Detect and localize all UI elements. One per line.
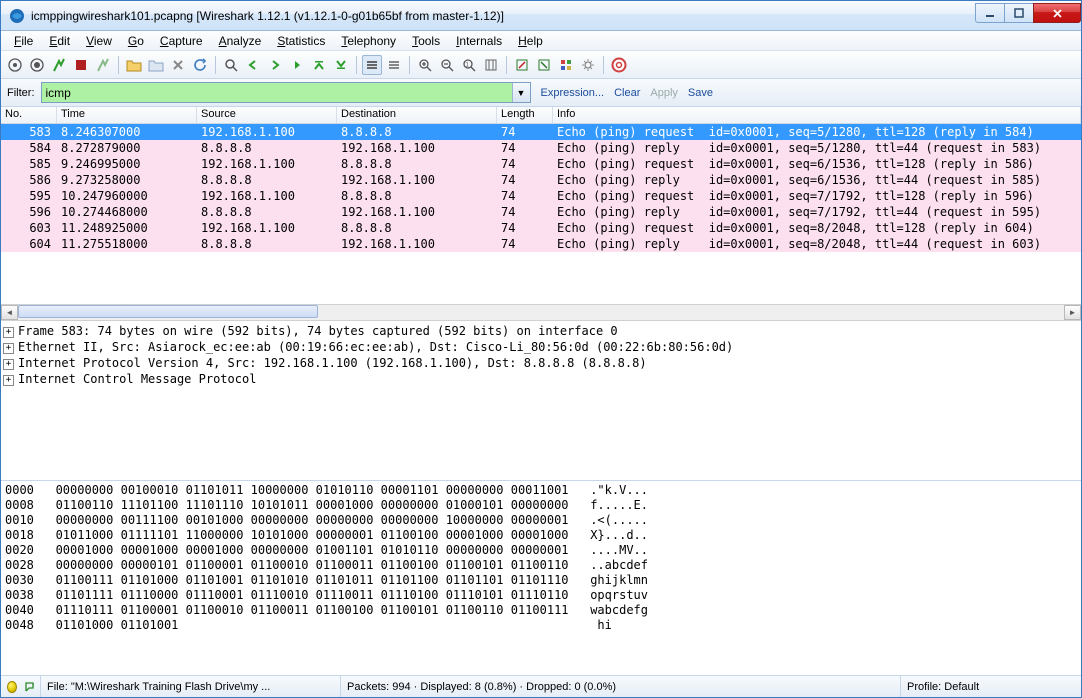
restart-capture-icon[interactable] [93, 55, 113, 75]
go-first-icon[interactable] [309, 55, 329, 75]
window-titlebar: icmppingwireshark101.pcapng [Wireshark 1… [1, 1, 1081, 31]
menu-file[interactable]: File [7, 32, 40, 50]
packet-details-pane[interactable]: +Frame 583: 74 bytes on wire (592 bits),… [1, 321, 1081, 481]
packet-row[interactable]: 59610.2744680008.8.8.8192.168.1.10074Ech… [1, 204, 1081, 220]
resize-columns-icon[interactable] [481, 55, 501, 75]
coloring-rules-icon[interactable] [556, 55, 576, 75]
column-header-no[interactable]: No. [1, 107, 57, 123]
column-header-length[interactable]: Length [497, 107, 553, 123]
start-capture-icon[interactable] [49, 55, 69, 75]
filter-label: Filter: [7, 87, 35, 99]
preferences-icon[interactable] [578, 55, 598, 75]
filter-expression-button[interactable]: Expression... [541, 87, 605, 99]
menu-tools[interactable]: Tools [405, 32, 447, 50]
toolbar-separator [603, 56, 604, 74]
filter-save-button[interactable]: Save [688, 87, 713, 99]
packet-row[interactable]: 5869.2732580008.8.8.8192.168.1.10074Echo… [1, 172, 1081, 188]
go-last-icon[interactable] [331, 55, 351, 75]
menu-analyze[interactable]: Analyze [212, 32, 269, 50]
toolbar-separator [356, 56, 357, 74]
expert-info-icon[interactable] [7, 681, 17, 693]
packet-row[interactable]: 60311.248925000192.168.1.1008.8.8.874Ech… [1, 220, 1081, 236]
packet-list[interactable]: 5838.246307000192.168.1.1008.8.8.874Echo… [1, 124, 1081, 304]
menu-go[interactable]: Go [121, 32, 151, 50]
expand-icon[interactable]: + [3, 327, 14, 338]
toolbar-separator [215, 56, 216, 74]
window-close-button[interactable] [1033, 3, 1081, 23]
packet-list-header[interactable]: No. Time Source Destination Length Info [1, 107, 1081, 124]
expand-icon[interactable]: + [3, 359, 14, 370]
go-forward-icon[interactable] [265, 55, 285, 75]
status-file: File: "M:\Wireshark Training Flash Drive… [41, 676, 341, 697]
menu-bar: FileEditViewGoCaptureAnalyzeStatisticsTe… [1, 31, 1081, 51]
menu-view[interactable]: View [79, 32, 119, 50]
auto-scroll-icon[interactable] [384, 55, 404, 75]
menu-capture[interactable]: Capture [153, 32, 210, 50]
help-icon[interactable] [609, 55, 629, 75]
expand-icon[interactable]: + [3, 343, 14, 354]
filter-combo[interactable]: ▼ [41, 82, 531, 103]
status-counts: Packets: 994 · Displayed: 8 (0.8%) · Dro… [341, 676, 901, 697]
scroll-left-button[interactable]: ◄ [1, 305, 18, 320]
detail-tree-item[interactable]: +Ethernet II, Src: Asiarock_ec:ee:ab (00… [3, 339, 1079, 355]
scroll-thumb[interactable] [18, 305, 318, 318]
packet-row[interactable]: 5859.246995000192.168.1.1008.8.8.874Echo… [1, 156, 1081, 172]
open-file-icon[interactable] [124, 55, 144, 75]
menu-edit[interactable]: Edit [42, 32, 77, 50]
capture-filters-icon[interactable] [512, 55, 532, 75]
toolbar-separator [118, 56, 119, 74]
status-bar: File: "M:\Wireshark Training Flash Drive… [1, 675, 1081, 697]
status-profile[interactable]: Profile: Default [901, 676, 1081, 697]
stop-capture-icon[interactable] [71, 55, 91, 75]
column-header-time[interactable]: Time [57, 107, 197, 123]
menu-statistics[interactable]: Statistics [270, 32, 332, 50]
app-icon [9, 8, 25, 24]
menu-internals[interactable]: Internals [449, 32, 509, 50]
column-header-destination[interactable]: Destination [337, 107, 497, 123]
display-filters-icon[interactable] [534, 55, 554, 75]
expand-icon[interactable]: + [3, 375, 14, 386]
find-icon[interactable] [221, 55, 241, 75]
filter-toolbar: Filter: ▼ Expression... Clear Apply Save [1, 79, 1081, 107]
filter-dropdown-button[interactable]: ▼ [512, 83, 530, 102]
toolbar-separator [409, 56, 410, 74]
packet-list-scrollbar[interactable]: ◄ ► [1, 304, 1081, 321]
filter-clear-button[interactable]: Clear [614, 87, 640, 99]
packet-row[interactable]: 59510.247960000192.168.1.1008.8.8.874Ech… [1, 188, 1081, 204]
filter-apply-button[interactable]: Apply [650, 87, 678, 99]
column-header-source[interactable]: Source [197, 107, 337, 123]
menu-help[interactable]: Help [511, 32, 550, 50]
zoom-in-icon[interactable] [415, 55, 435, 75]
zoom-out-icon[interactable] [437, 55, 457, 75]
interfaces-icon[interactable] [5, 55, 25, 75]
window-minimize-button[interactable] [975, 3, 1005, 23]
main-toolbar: 1 [1, 51, 1081, 79]
toolbar-separator [506, 56, 507, 74]
detail-tree-item[interactable]: +Internet Protocol Version 4, Src: 192.1… [3, 355, 1079, 371]
window-maximize-button[interactable] [1004, 3, 1034, 23]
window-title: icmppingwireshark101.pcapng [Wireshark 1… [31, 9, 976, 23]
column-header-info[interactable]: Info [553, 107, 1081, 123]
filter-input[interactable] [42, 83, 512, 102]
go-to-packet-icon[interactable] [287, 55, 307, 75]
detail-tree-item[interactable]: +Frame 583: 74 bytes on wire (592 bits),… [3, 323, 1079, 339]
scroll-right-button[interactable]: ► [1064, 305, 1081, 320]
detail-tree-item[interactable]: +Internet Control Message Protocol [3, 371, 1079, 387]
save-file-icon[interactable] [146, 55, 166, 75]
packet-row[interactable]: 60411.2755180008.8.8.8192.168.1.10074Ech… [1, 236, 1081, 252]
go-back-icon[interactable] [243, 55, 263, 75]
capture-comment-icon[interactable] [24, 680, 35, 694]
options-icon[interactable] [27, 55, 47, 75]
packet-row[interactable]: 5848.2728790008.8.8.8192.168.1.10074Echo… [1, 140, 1081, 156]
packet-row[interactable]: 5838.246307000192.168.1.1008.8.8.874Echo… [1, 124, 1081, 140]
zoom-reset-icon[interactable]: 1 [459, 55, 479, 75]
packet-bytes-pane[interactable]: 0000 00000000 00100010 01101011 10000000… [1, 481, 1081, 675]
colorize-icon[interactable] [362, 55, 382, 75]
close-file-icon[interactable] [168, 55, 188, 75]
reload-icon[interactable] [190, 55, 210, 75]
menu-telephony[interactable]: Telephony [334, 32, 403, 50]
scroll-track[interactable] [18, 305, 1064, 320]
